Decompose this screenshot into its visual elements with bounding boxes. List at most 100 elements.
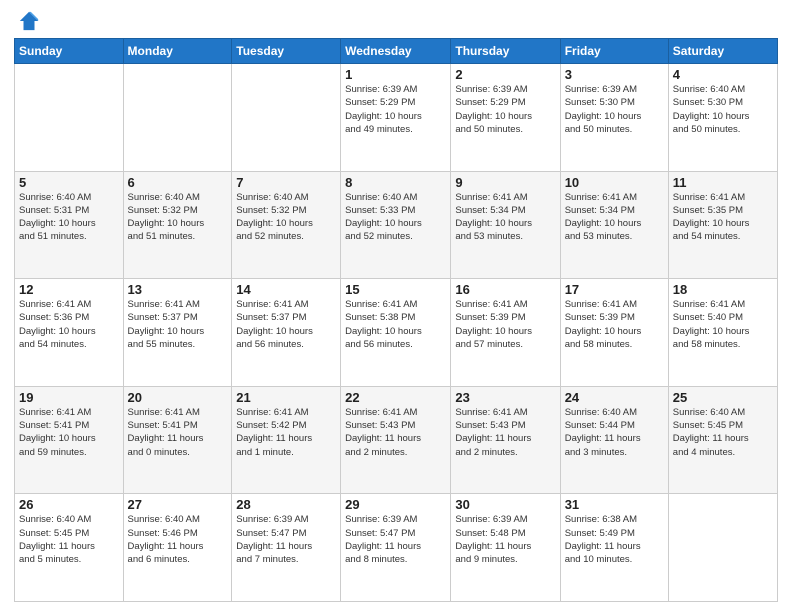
day-number: 31	[565, 497, 664, 512]
day-number: 19	[19, 390, 119, 405]
calendar-cell: 19Sunrise: 6:41 AM Sunset: 5:41 PM Dayli…	[15, 386, 124, 494]
calendar-cell: 30Sunrise: 6:39 AM Sunset: 5:48 PM Dayli…	[451, 494, 560, 602]
logo-icon	[18, 10, 40, 32]
calendar-cell: 11Sunrise: 6:41 AM Sunset: 5:35 PM Dayli…	[668, 171, 777, 279]
day-info: Sunrise: 6:40 AM Sunset: 5:31 PM Dayligh…	[19, 191, 119, 244]
day-info: Sunrise: 6:41 AM Sunset: 5:35 PM Dayligh…	[673, 191, 773, 244]
day-number: 11	[673, 175, 773, 190]
day-info: Sunrise: 6:41 AM Sunset: 5:38 PM Dayligh…	[345, 298, 446, 351]
day-info: Sunrise: 6:41 AM Sunset: 5:37 PM Dayligh…	[128, 298, 228, 351]
calendar-cell: 12Sunrise: 6:41 AM Sunset: 5:36 PM Dayli…	[15, 279, 124, 387]
day-info: Sunrise: 6:40 AM Sunset: 5:32 PM Dayligh…	[128, 191, 228, 244]
week-row-1: 1Sunrise: 6:39 AM Sunset: 5:29 PM Daylig…	[15, 64, 778, 172]
calendar-cell: 23Sunrise: 6:41 AM Sunset: 5:43 PM Dayli…	[451, 386, 560, 494]
day-number: 7	[236, 175, 336, 190]
day-number: 20	[128, 390, 228, 405]
calendar-cell: 6Sunrise: 6:40 AM Sunset: 5:32 PM Daylig…	[123, 171, 232, 279]
day-number: 23	[455, 390, 555, 405]
day-number: 12	[19, 282, 119, 297]
calendar-cell: 16Sunrise: 6:41 AM Sunset: 5:39 PM Dayli…	[451, 279, 560, 387]
day-number: 4	[673, 67, 773, 82]
calendar-cell: 2Sunrise: 6:39 AM Sunset: 5:29 PM Daylig…	[451, 64, 560, 172]
day-info: Sunrise: 6:39 AM Sunset: 5:29 PM Dayligh…	[455, 83, 555, 136]
day-number: 3	[565, 67, 664, 82]
page: SundayMondayTuesdayWednesdayThursdayFrid…	[0, 0, 792, 612]
day-number: 21	[236, 390, 336, 405]
day-info: Sunrise: 6:40 AM Sunset: 5:44 PM Dayligh…	[565, 406, 664, 459]
day-info: Sunrise: 6:41 AM Sunset: 5:39 PM Dayligh…	[565, 298, 664, 351]
calendar-cell: 22Sunrise: 6:41 AM Sunset: 5:43 PM Dayli…	[341, 386, 451, 494]
day-info: Sunrise: 6:39 AM Sunset: 5:48 PM Dayligh…	[455, 513, 555, 566]
calendar-cell: 18Sunrise: 6:41 AM Sunset: 5:40 PM Dayli…	[668, 279, 777, 387]
day-number: 18	[673, 282, 773, 297]
day-info: Sunrise: 6:41 AM Sunset: 5:43 PM Dayligh…	[345, 406, 446, 459]
day-header-tuesday: Tuesday	[232, 39, 341, 64]
logo	[14, 10, 42, 32]
calendar-cell: 21Sunrise: 6:41 AM Sunset: 5:42 PM Dayli…	[232, 386, 341, 494]
week-row-3: 12Sunrise: 6:41 AM Sunset: 5:36 PM Dayli…	[15, 279, 778, 387]
day-header-friday: Friday	[560, 39, 668, 64]
calendar-cell	[232, 64, 341, 172]
day-info: Sunrise: 6:38 AM Sunset: 5:49 PM Dayligh…	[565, 513, 664, 566]
day-number: 2	[455, 67, 555, 82]
week-row-5: 26Sunrise: 6:40 AM Sunset: 5:45 PM Dayli…	[15, 494, 778, 602]
day-header-saturday: Saturday	[668, 39, 777, 64]
calendar-cell: 7Sunrise: 6:40 AM Sunset: 5:32 PM Daylig…	[232, 171, 341, 279]
calendar-header-row: SundayMondayTuesdayWednesdayThursdayFrid…	[15, 39, 778, 64]
day-info: Sunrise: 6:40 AM Sunset: 5:30 PM Dayligh…	[673, 83, 773, 136]
day-info: Sunrise: 6:39 AM Sunset: 5:29 PM Dayligh…	[345, 83, 446, 136]
day-number: 5	[19, 175, 119, 190]
day-info: Sunrise: 6:40 AM Sunset: 5:33 PM Dayligh…	[345, 191, 446, 244]
day-number: 22	[345, 390, 446, 405]
week-row-2: 5Sunrise: 6:40 AM Sunset: 5:31 PM Daylig…	[15, 171, 778, 279]
day-number: 15	[345, 282, 446, 297]
day-info: Sunrise: 6:41 AM Sunset: 5:39 PM Dayligh…	[455, 298, 555, 351]
day-header-thursday: Thursday	[451, 39, 560, 64]
day-number: 30	[455, 497, 555, 512]
day-info: Sunrise: 6:41 AM Sunset: 5:41 PM Dayligh…	[128, 406, 228, 459]
day-number: 24	[565, 390, 664, 405]
calendar-cell	[668, 494, 777, 602]
calendar-cell: 9Sunrise: 6:41 AM Sunset: 5:34 PM Daylig…	[451, 171, 560, 279]
calendar-cell: 27Sunrise: 6:40 AM Sunset: 5:46 PM Dayli…	[123, 494, 232, 602]
day-header-monday: Monday	[123, 39, 232, 64]
week-row-4: 19 Sunrise: 6:41 AM Sunset: 5:41 PM Dayli…	[15, 386, 778, 494]
calendar-cell: 15Sunrise: 6:41 AM Sunset: 5:38 PM Dayli…	[341, 279, 451, 387]
day-info: Sunrise: 6:39 AM Sunset: 5:47 PM Dayligh…	[345, 513, 446, 566]
calendar-cell: 24Sunrise: 6:40 AM Sunset: 5:44 PM Dayli…	[560, 386, 668, 494]
day-number: 25	[673, 390, 773, 405]
day-info: Sunrise: 6:41 AM Sunset: 5:34 PM Dayligh…	[565, 191, 664, 244]
day-info: Sunrise: 6:40 AM Sunset: 5:46 PM Dayligh…	[128, 513, 228, 566]
day-number: 10	[565, 175, 664, 190]
calendar-cell: 8Sunrise: 6:40 AM Sunset: 5:33 PM Daylig…	[341, 171, 451, 279]
day-number: 28	[236, 497, 336, 512]
day-info: Sunrise: 6:41 AM Sunset: 5:40 PM Dayligh…	[673, 298, 773, 351]
day-number: 13	[128, 282, 228, 297]
calendar-cell: 26Sunrise: 6:40 AM Sunset: 5:45 PM Dayli…	[15, 494, 124, 602]
calendar-cell: 10Sunrise: 6:41 AM Sunset: 5:34 PM Dayli…	[560, 171, 668, 279]
day-number: 9	[455, 175, 555, 190]
calendar-cell: 4Sunrise: 6:40 AM Sunset: 5:30 PM Daylig…	[668, 64, 777, 172]
calendar-cell: 20Sunrise: 6:41 AM Sunset: 5:41 PM Dayli…	[123, 386, 232, 494]
day-info: Sunrise: 6:41 AM Sunset: 5:36 PM Dayligh…	[19, 298, 119, 351]
day-info: Sunrise: 6:41 AM Sunset: 5:42 PM Dayligh…	[236, 406, 336, 459]
calendar-cell: 1Sunrise: 6:39 AM Sunset: 5:29 PM Daylig…	[341, 64, 451, 172]
day-info: Sunrise: 6:39 AM Sunset: 5:47 PM Dayligh…	[236, 513, 336, 566]
calendar-cell: 5Sunrise: 6:40 AM Sunset: 5:31 PM Daylig…	[15, 171, 124, 279]
calendar-cell: 13Sunrise: 6:41 AM Sunset: 5:37 PM Dayli…	[123, 279, 232, 387]
day-number: 1	[345, 67, 446, 82]
header	[14, 10, 778, 32]
logo-area	[14, 10, 42, 32]
calendar-cell: 17Sunrise: 6:41 AM Sunset: 5:39 PM Dayli…	[560, 279, 668, 387]
day-info: Sunrise: 6:41 AM Sunset: 5:37 PM Dayligh…	[236, 298, 336, 351]
day-number: 8	[345, 175, 446, 190]
day-number: 6	[128, 175, 228, 190]
day-number: 16	[455, 282, 555, 297]
day-header-sunday: Sunday	[15, 39, 124, 64]
calendar-cell	[15, 64, 124, 172]
day-number: 27	[128, 497, 228, 512]
day-number: 26	[19, 497, 119, 512]
calendar-cell	[123, 64, 232, 172]
day-info: Sunrise: 6:41 AM Sunset: 5:34 PM Dayligh…	[455, 191, 555, 244]
day-number: 14	[236, 282, 336, 297]
